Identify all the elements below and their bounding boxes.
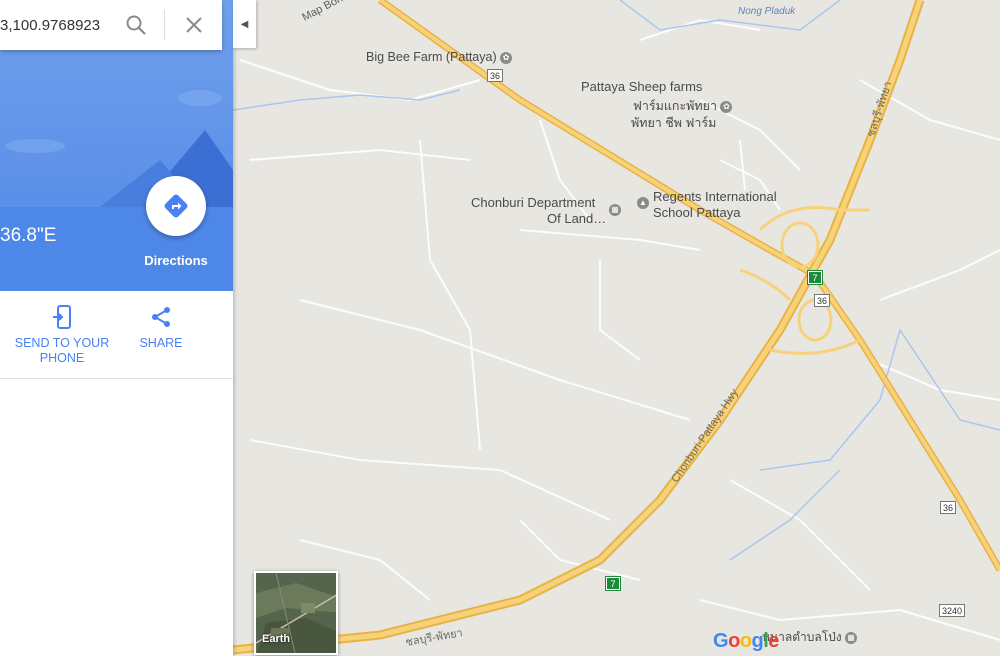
chonburi-dept-label-1[interactable]: Chonburi Department — [471, 195, 595, 210]
chonburi-dept-text-2: Of Land… — [547, 211, 607, 226]
share-button[interactable]: SHARE — [132, 305, 190, 351]
sheep-farm-th-label-2[interactable]: พัทยา ชีพ ฟาร์ม — [631, 113, 716, 133]
collapse-arrow-icon: ◀ — [240, 18, 249, 30]
route-3240-shield: 3240 — [939, 604, 965, 617]
share-label: SHARE — [139, 336, 183, 350]
send-to-phone-icon — [53, 305, 71, 329]
place-panel: 36.8"E Directions SEND TO YOUR PHONE SHA… — [0, 0, 233, 656]
close-icon[interactable] — [182, 13, 206, 37]
big-bee-farm-text: Big Bee Farm (Pattaya) — [366, 50, 497, 64]
route-7-shield: 7 — [605, 576, 621, 591]
directions-label[interactable]: Directions — [140, 253, 212, 268]
logo-letter: e — [768, 630, 779, 652]
route-36-shield: 36 — [940, 501, 956, 514]
government-building-icon[interactable]: ▦ — [609, 204, 621, 216]
earth-view-toggle[interactable]: Earth — [254, 571, 338, 655]
search-icon[interactable] — [124, 13, 148, 37]
route-36-shield: 36 — [487, 69, 503, 82]
regents-label-2[interactable]: School Pattaya — [653, 205, 740, 220]
directions-button[interactable] — [146, 176, 206, 236]
logo-letter: o — [728, 630, 740, 652]
logo-letter: g — [751, 630, 764, 652]
coordinates-text: 36.8"E — [0, 225, 57, 246]
chonburi-dept-label-2[interactable]: Of Land… — [547, 211, 606, 226]
route-36-shield: 36 — [814, 294, 830, 307]
send-to-phone-label: SEND TO YOUR PHONE — [14, 336, 110, 365]
nong-pladuk-label: Nong Pladuk — [738, 6, 796, 17]
search-box — [0, 0, 222, 50]
school-icon[interactable]: ▲ — [637, 197, 649, 209]
divider — [0, 378, 233, 379]
chonburi-dept-text: Chonburi Department — [471, 195, 596, 210]
sheep-farm-en-label[interactable]: Pattaya Sheep farms — [581, 79, 702, 94]
logo-letter: G — [713, 630, 729, 652]
logo-letter: o — [739, 630, 752, 652]
collapse-panel-button[interactable]: ◀ — [233, 0, 256, 48]
search-divider — [164, 10, 165, 40]
farm-icon: ✿ — [720, 100, 733, 113]
directions-icon — [164, 194, 188, 218]
big-bee-farm-label[interactable]: Big Bee Farm (Pattaya) ✿ — [366, 50, 513, 64]
regents-label-1[interactable]: Regents International — [653, 189, 777, 204]
share-icon — [152, 307, 170, 327]
google-logo: Google — [713, 630, 779, 653]
send-to-phone-button[interactable]: SEND TO YOUR PHONE — [12, 305, 112, 366]
earth-label: Earth — [262, 633, 291, 645]
search-input[interactable] — [0, 14, 112, 36]
farm-icon: ✿ — [500, 51, 513, 64]
building-icon: ▦ — [844, 631, 857, 644]
sheep-farm-th-text: ฟาร์มแกะพัทยา — [633, 99, 717, 113]
route-7-shield: 7 — [807, 270, 823, 285]
